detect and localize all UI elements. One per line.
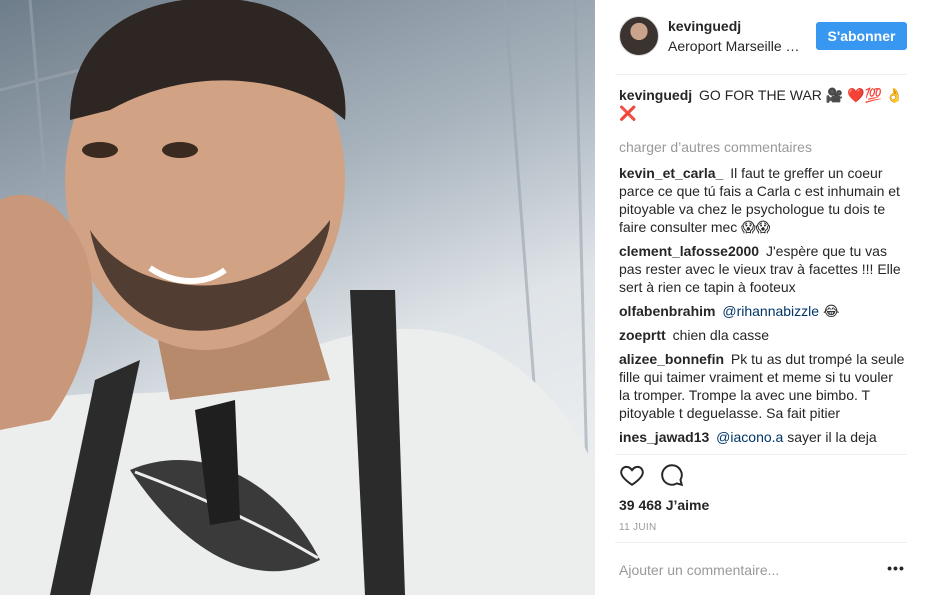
post-location[interactable]: Aeroport Marseille Provence — [668, 38, 803, 54]
comments-divider — [615, 454, 907, 455]
comment-icon[interactable] — [659, 462, 685, 488]
post-actions — [619, 462, 685, 490]
post-header: kevinguedj Aeroport Marseille Provence S… — [619, 15, 907, 59]
post-details-panel: kevinguedj Aeroport Marseille Provence S… — [595, 0, 927, 595]
comment-item: olfabenbrahim @rihannabizzle 😂 — [619, 302, 907, 320]
add-comment-input[interactable] — [619, 558, 879, 582]
comment-author[interactable]: clement_lafosse2000 — [619, 243, 759, 259]
more-options-icon[interactable]: ••• — [886, 560, 906, 580]
likes-count[interactable]: 39 468 J’aime — [619, 497, 709, 513]
comment-author[interactable]: olfabenbrahim — [619, 303, 715, 319]
follow-button[interactable]: S'abonner — [816, 22, 907, 50]
comment-mention[interactable]: @iacono.a — [716, 429, 783, 445]
comment-author[interactable]: zoeprtt — [619, 327, 666, 343]
caption-author[interactable]: kevinguedj — [619, 87, 692, 103]
comment-author[interactable]: kevin_et_carla_ — [619, 165, 723, 181]
header-divider — [615, 74, 907, 75]
post-photo[interactable] — [0, 0, 595, 595]
comment-mention[interactable]: @rihannabizzle — [722, 303, 819, 319]
comment-author[interactable]: alizee_bonnefin — [619, 351, 724, 367]
heart-icon[interactable] — [619, 462, 645, 488]
post-date: 11 JUIN — [619, 522, 657, 533]
comment-item: clement_lafosse2000 J'espère que tu vas … — [619, 242, 907, 296]
comment-text: sayer il la deja — [787, 429, 877, 445]
comment-item: zoeprtt chien dla casse — [619, 326, 907, 344]
post-author-username[interactable]: kevinguedj — [668, 18, 741, 34]
load-more-comments-link[interactable]: charger d’autres commentaires — [619, 138, 907, 156]
comments-list: kevinguedj GO FOR THE WAR 🎥 ❤️💯 👌❌ charg… — [619, 86, 907, 454]
avatar[interactable] — [619, 16, 659, 56]
comment-text: 😂 — [822, 303, 840, 319]
comment-text: chien dla casse — [672, 327, 770, 343]
comment-item: alizee_bonnefin Pk tu as dut trompé la s… — [619, 350, 907, 422]
comment-item: ines_jawad13 @iacono.a sayer il la deja — [619, 428, 907, 446]
comment-item: kevin_et_carla_ Il faut te greffer un co… — [619, 164, 907, 236]
footer-divider — [615, 542, 907, 543]
caption: kevinguedj GO FOR THE WAR 🎥 ❤️💯 👌❌ — [619, 86, 907, 122]
comment-author[interactable]: ines_jawad13 — [619, 429, 709, 445]
selfie-image — [0, 0, 595, 595]
